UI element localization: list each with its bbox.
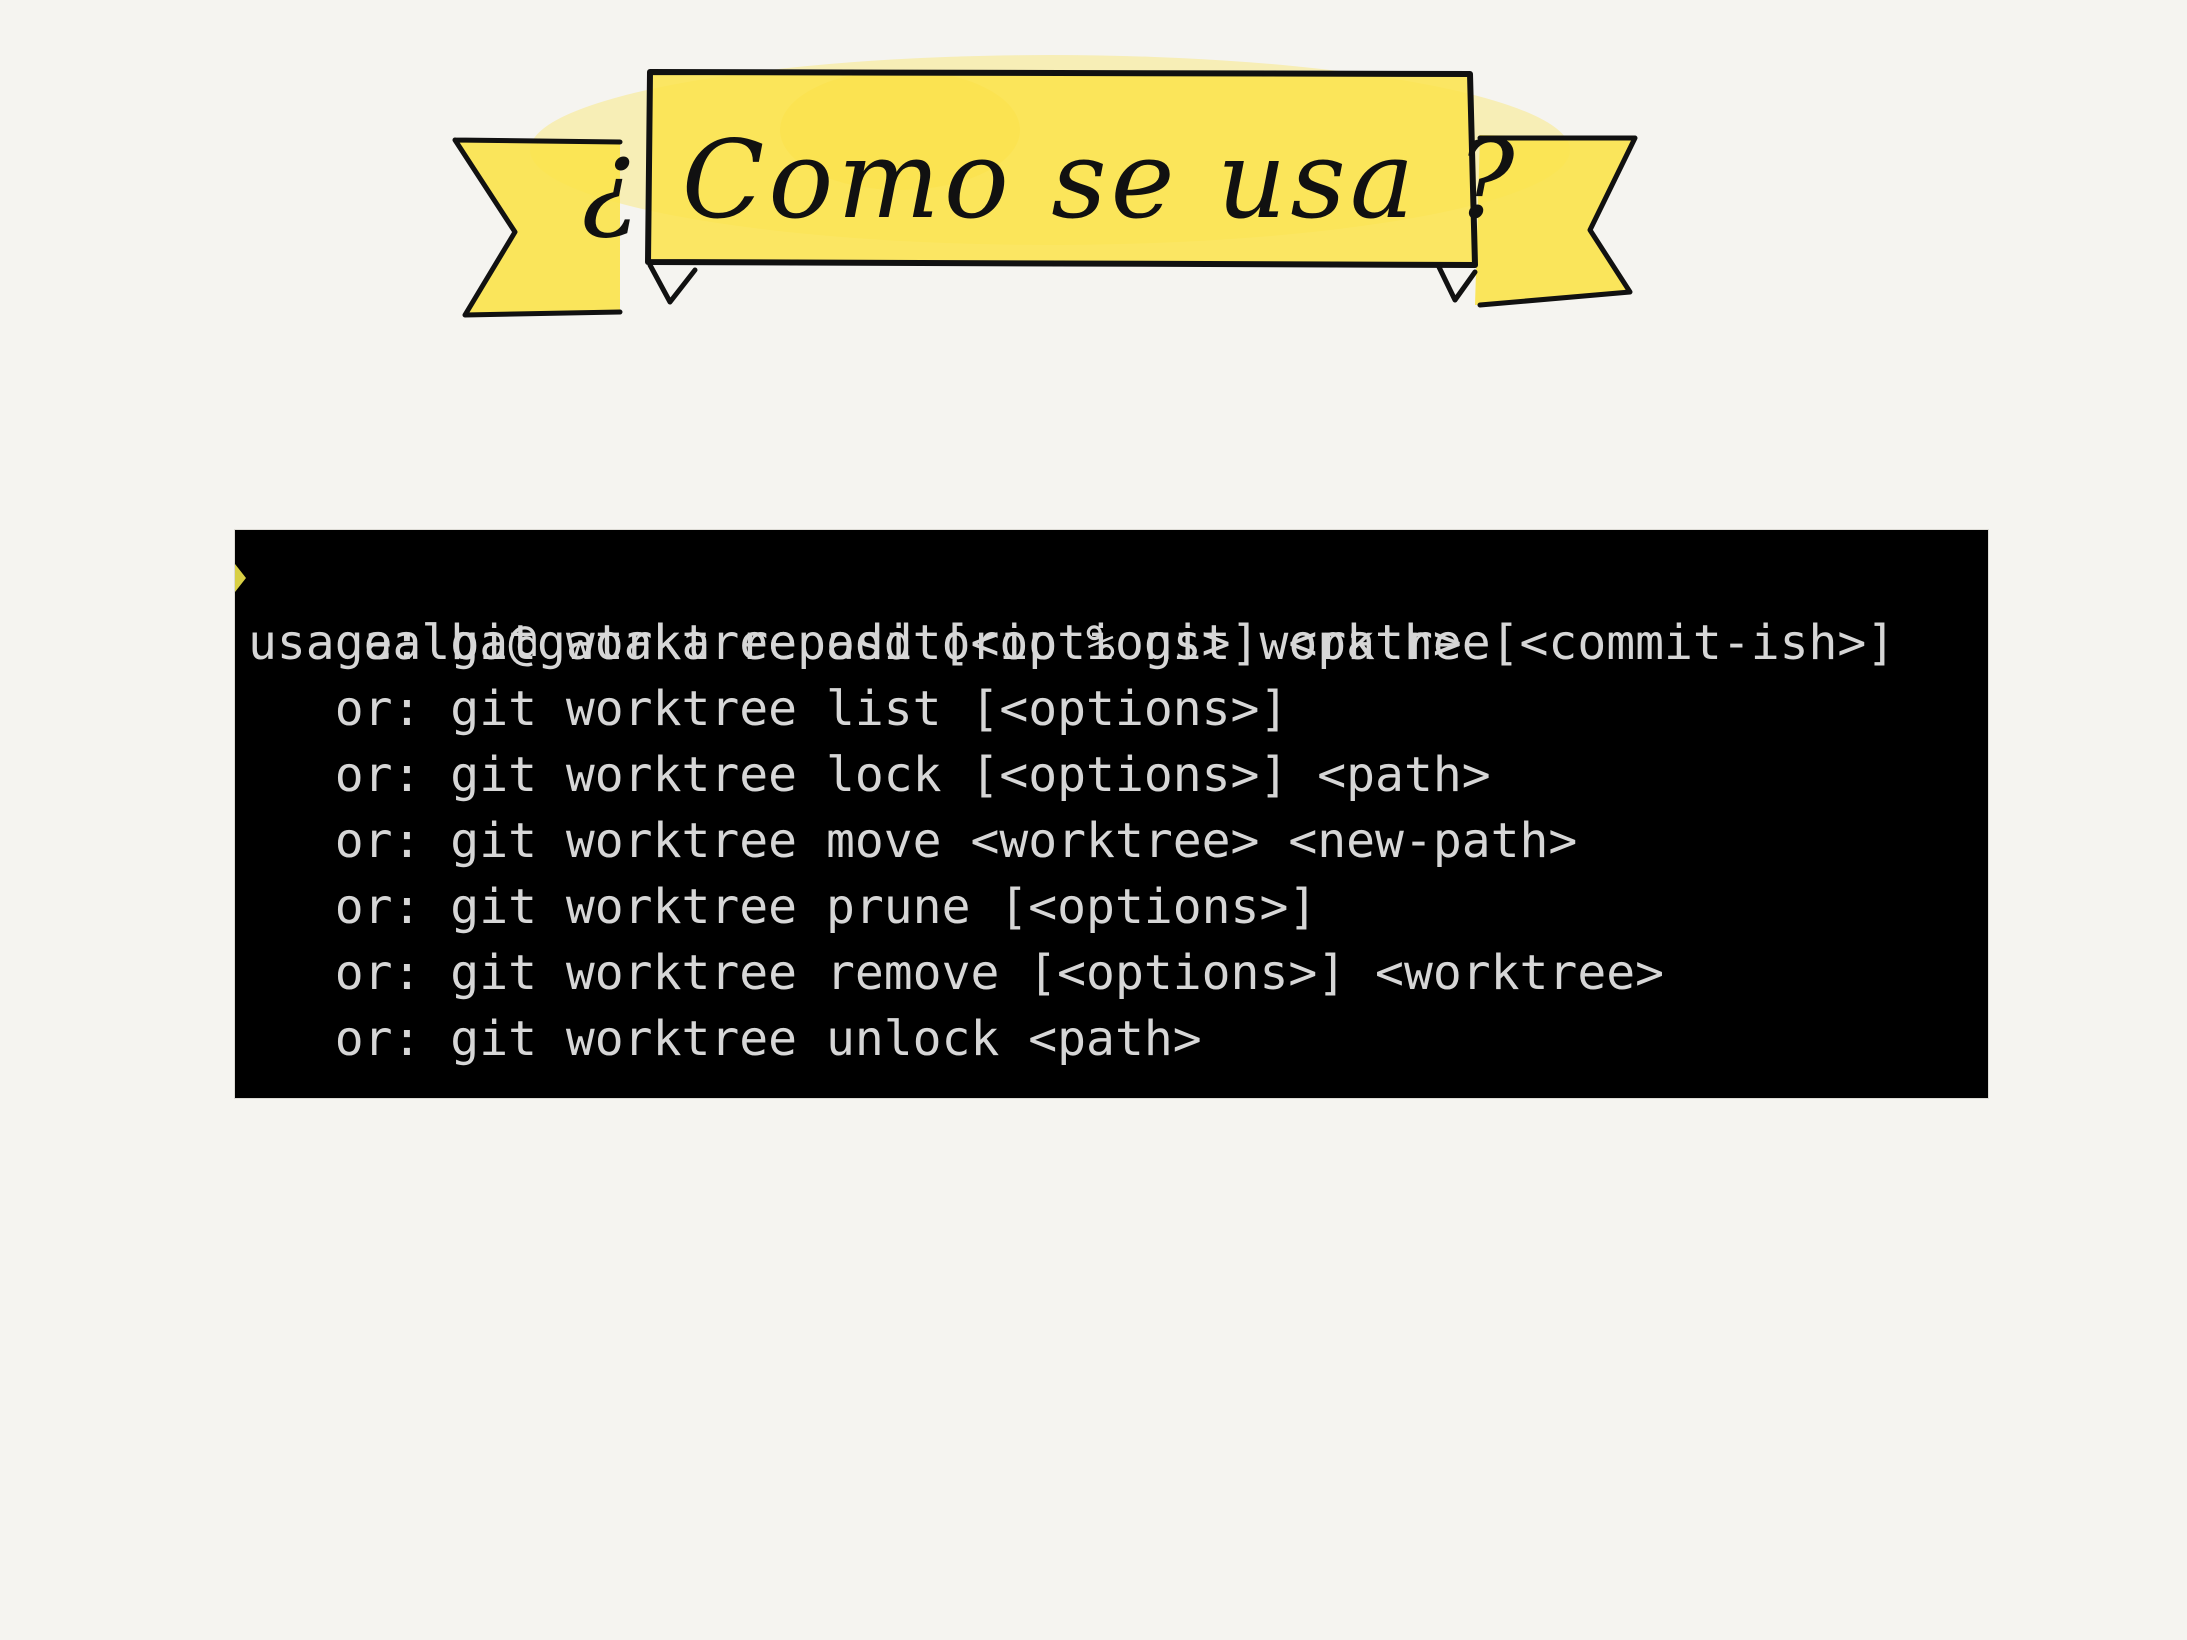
prompt-marker-icon xyxy=(235,564,246,592)
terminal-line: or: git worktree prune [<options>] xyxy=(248,879,1318,935)
terminal-line: or: git worktree lock [<options>] <path> xyxy=(248,747,1491,803)
terminal-line: or: git worktree unlock <path> xyxy=(248,1011,1202,1067)
title-banner: ¿ Como se usa ? xyxy=(450,55,1650,330)
terminal-line: usage: git worktree add [<options>] <pat… xyxy=(248,615,1896,671)
terminal-line-prompt: aalba@gataka repositorio % git worktree xyxy=(235,544,1988,671)
slide-title: ¿ Como se usa ? xyxy=(581,117,1519,243)
terminal-line: or: git worktree list [<options>] xyxy=(248,681,1289,737)
terminal-line: or: git worktree remove [<options>] <wor… xyxy=(248,945,1665,1001)
terminal-line: or: git worktree move <worktree> <new-pa… xyxy=(248,813,1578,869)
terminal-window: aalba@gataka repositorio % git worktree … xyxy=(235,530,1988,1098)
